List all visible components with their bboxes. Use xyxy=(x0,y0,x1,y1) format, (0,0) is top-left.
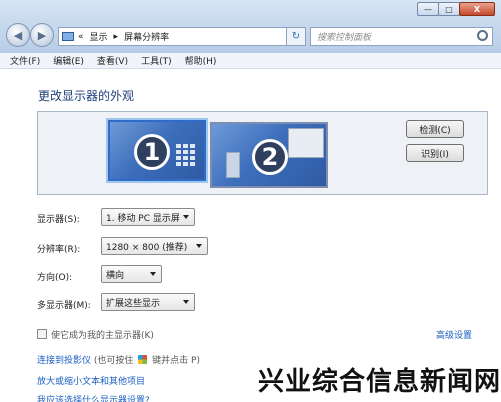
minimize-button[interactable]: — xyxy=(417,2,439,16)
text-size-link[interactable]: 放大或缩小文本和其他项目 xyxy=(37,374,145,387)
search-placeholder: 搜索控制面板 xyxy=(317,33,372,43)
resolution-select-value: 1280 × 800 (推荐) xyxy=(106,242,188,253)
title-bar: — □ X ◀ ▶ « 显示 ▸ 屏幕分辨率 ▼ ↻ 搜索控制面板 xyxy=(0,0,501,53)
identify-button[interactable]: 识别(I) xyxy=(406,144,464,162)
monitor-2[interactable]: 2 xyxy=(210,122,328,188)
maximize-button[interactable]: □ xyxy=(438,2,460,16)
projector-hint-a: (也可按住 xyxy=(93,356,134,366)
primary-display-label: 使它成为我的主显示器(K) xyxy=(51,331,154,341)
projector-link-row: 连接到投影仪 (也可按住 键并点击 P) xyxy=(37,353,200,366)
projector-link[interactable]: 连接到投影仪 xyxy=(37,356,91,366)
address-bar[interactable]: « 显示 ▸ 屏幕分辨率 ▼ xyxy=(58,27,304,46)
multi-display-select[interactable]: 扩展这些显示 xyxy=(101,293,195,311)
forward-button[interactable]: ▶ xyxy=(30,23,54,47)
monitor-1-number: 1 xyxy=(134,134,170,170)
breadcrumb-separator[interactable]: ▸ xyxy=(114,32,119,42)
menu-view[interactable]: 查看(V) xyxy=(97,54,128,67)
orientation-select-value: 横向 xyxy=(106,270,125,281)
window-thumbnail-icon xyxy=(288,128,324,158)
projector-hint-b: 键并点击 P) xyxy=(152,356,200,366)
resolution-label: 分辨率(R): xyxy=(37,245,81,255)
forward-arrow-icon: ▶ xyxy=(37,28,47,42)
windows-logo-icon xyxy=(138,355,148,364)
primary-display-checkbox[interactable] xyxy=(37,329,47,339)
multi-display-select-value: 扩展这些显示 xyxy=(106,298,161,309)
orientation-label: 方向(O): xyxy=(37,273,73,283)
address-prefix: « xyxy=(78,31,84,42)
display-label: 显示器(S): xyxy=(37,215,80,225)
menu-tools[interactable]: 工具(T) xyxy=(141,54,172,67)
close-button[interactable]: X xyxy=(459,2,495,16)
chevron-down-icon xyxy=(150,272,156,276)
multi-display-label: 多显示器(M): xyxy=(37,301,91,311)
page-title: 更改显示器的外观 xyxy=(38,89,135,103)
menu-edit[interactable]: 编辑(E) xyxy=(53,54,84,67)
display-select[interactable]: 1. 移动 PC 显示屏 xyxy=(101,208,195,226)
display-select-value: 1. 移动 PC 显示屏 xyxy=(106,213,180,224)
refresh-icon: ↻ xyxy=(291,31,301,42)
search-icon[interactable] xyxy=(477,30,488,41)
menu-bar: 文件(F) 编辑(E) 查看(V) 工具(T) 帮助(H) xyxy=(0,53,501,69)
keypad-icon xyxy=(176,144,195,166)
back-button[interactable]: ◀ xyxy=(6,23,30,47)
window-thumbnail-icon xyxy=(226,152,240,178)
search-input[interactable]: 搜索控制面板 xyxy=(310,27,493,46)
window-controls: — □ X xyxy=(417,2,495,16)
control-panel-icon xyxy=(62,32,74,41)
which-settings-link[interactable]: 我应该选择什么显示器设置? xyxy=(37,393,150,402)
chevron-down-icon xyxy=(196,244,202,248)
breadcrumb-resolution[interactable]: 屏幕分辨率 xyxy=(124,30,169,43)
back-arrow-icon: ◀ xyxy=(13,28,23,42)
resolution-select[interactable]: 1280 × 800 (推荐) xyxy=(101,237,208,255)
monitor-2-number: 2 xyxy=(252,139,288,175)
menu-file[interactable]: 文件(F) xyxy=(10,54,40,67)
display-arrangement: 1 2 检测(C) 识别(I) xyxy=(37,111,488,195)
menu-help[interactable]: 帮助(H) xyxy=(185,54,217,67)
chevron-down-icon xyxy=(183,215,189,219)
orientation-select[interactable]: 横向 xyxy=(101,265,162,283)
chevron-down-icon xyxy=(183,300,189,304)
watermark-text: 兴业综合信息新闻网 xyxy=(258,367,501,397)
detect-button[interactable]: 检测(C) xyxy=(406,120,464,138)
advanced-settings-link[interactable]: 高级设置 xyxy=(436,328,472,341)
refresh-button[interactable]: ↻ xyxy=(286,27,306,46)
monitor-1[interactable]: 1 xyxy=(108,120,206,181)
breadcrumb-display[interactable]: 显示 xyxy=(90,30,108,43)
